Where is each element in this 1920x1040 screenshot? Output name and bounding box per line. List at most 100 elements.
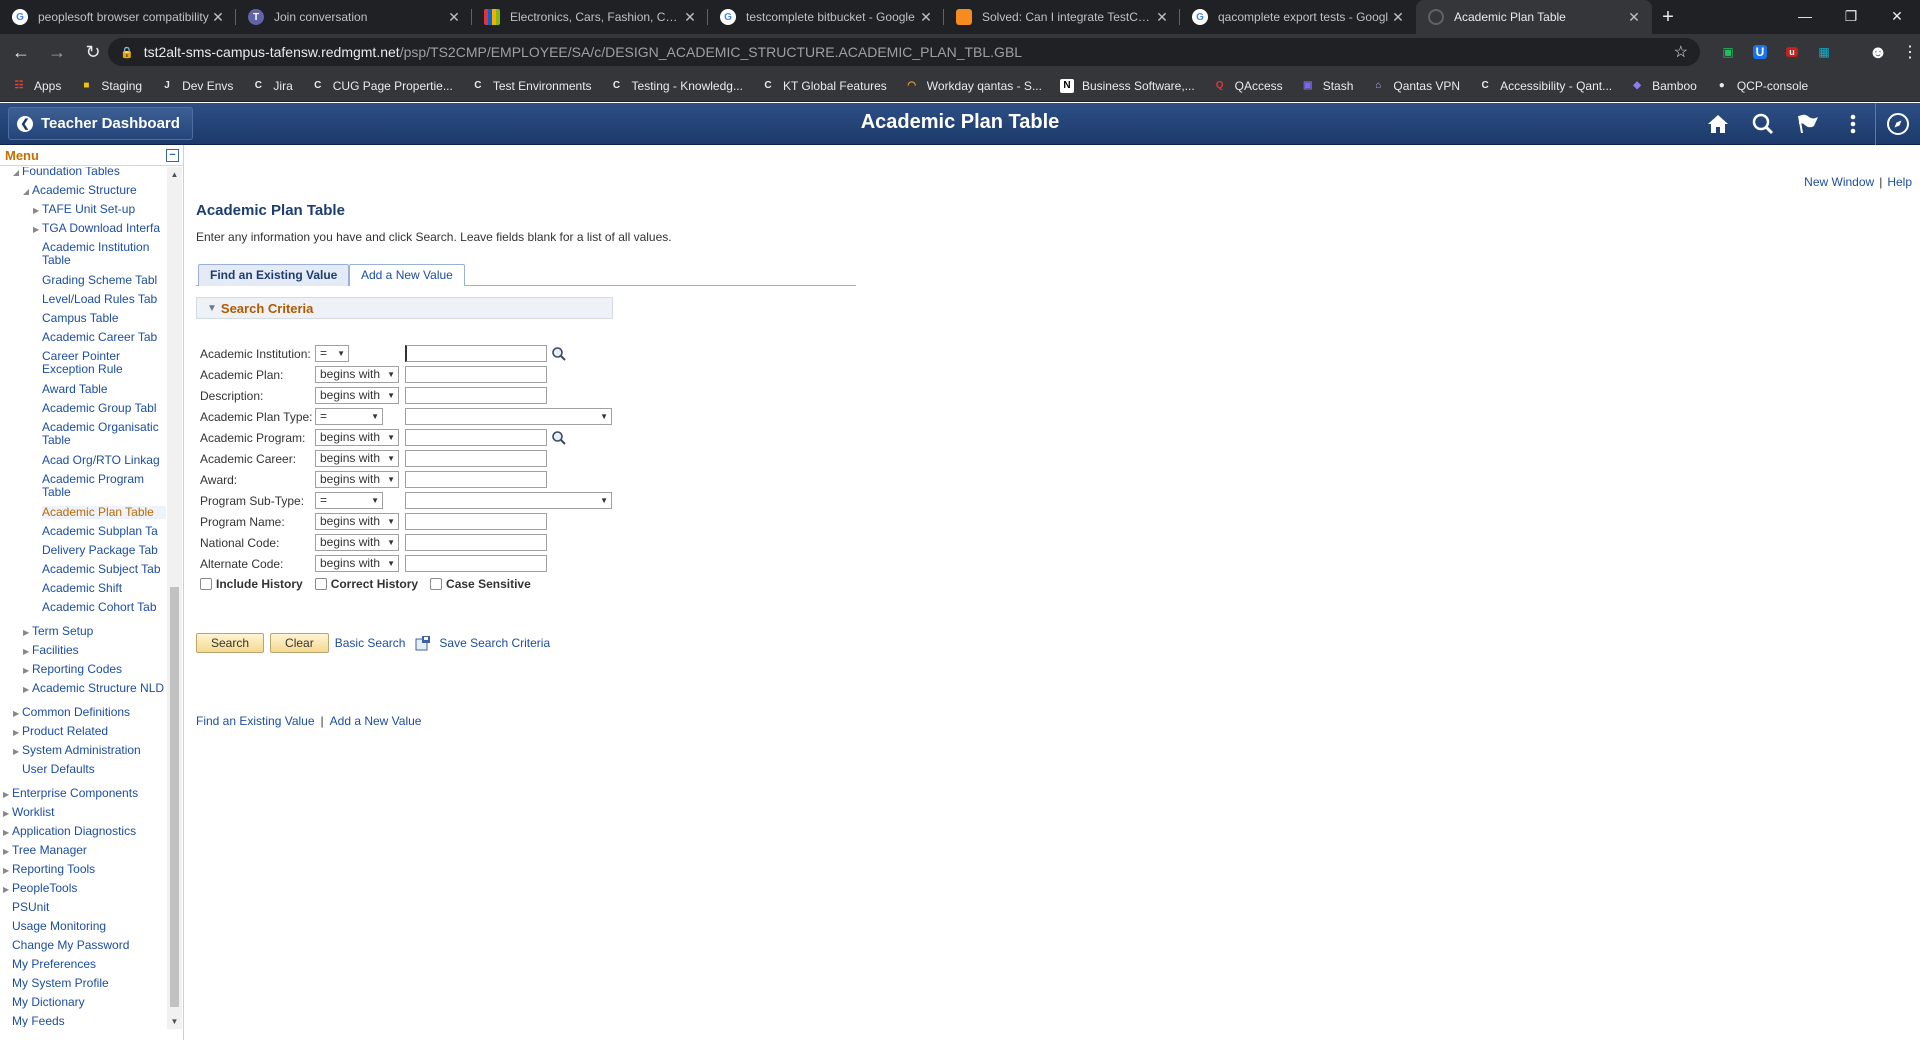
menu-item[interactable]: Academic Organisatic Table [42,421,166,447]
bookmark-item[interactable]: C KT Global Features [761,79,886,93]
menu-item-current[interactable]: Academic Plan Table [42,506,166,519]
more-menu-icon[interactable]: ⋮ [1896,38,1920,66]
scroll-thumb[interactable] [170,587,179,1007]
include-history-box[interactable] [200,578,212,590]
case-sensitive-checkbox[interactable]: Case Sensitive [430,577,531,591]
menu-item[interactable]: System Administration [22,744,166,757]
menu-item[interactable]: Acad Org/RTO Linkag [42,454,166,467]
tab-close-icon[interactable]: ✕ [1154,9,1170,26]
browser-tab[interactable]: T Join conversation ✕ [236,0,472,34]
bookmark-item[interactable]: J Dev Envs [160,79,233,93]
browser-tab[interactable]: Electronics, Cars, Fashion, Collect ✕ [472,0,708,34]
collapsed-triangle-icon[interactable]: ▶ [23,664,29,677]
menu-item[interactable]: PSUnit [12,901,166,914]
menu-item[interactable]: My System Profile [12,977,166,990]
correct-history-checkbox[interactable]: Correct History [314,577,418,591]
bookmark-item[interactable]: C Test Environments [471,79,591,93]
navbar-compass-icon[interactable] [1875,103,1920,145]
new-tab-button[interactable]: + [1652,0,1684,34]
menu-item[interactable]: My Preferences [12,958,166,971]
scroll-down-icon[interactable]: ▼ [167,1014,182,1029]
value-input[interactable] [405,513,547,530]
bookmark-item[interactable]: C Accessibility - Qant... [1478,79,1612,93]
forward-arrow-icon[interactable]: → [42,37,72,67]
bookmark-item[interactable]: ◆ Bamboo [1630,79,1697,93]
bookmark-item[interactable]: C CUG Page Propertie... [311,79,453,93]
save-search-icon[interactable] [415,635,431,651]
bottom-find-existing-link[interactable]: Find an Existing Value [196,714,315,728]
value-input[interactable] [405,429,547,446]
menu-item[interactable]: Facilities [32,644,166,657]
browser-tab[interactable]: Gpeoplesoft browser compatibility ✕ [0,0,236,34]
profile-icon[interactable]: ☻ [1864,38,1892,66]
menu-item[interactable]: Worklist [12,806,166,819]
menu-item[interactable]: Academic Cohort Tab [42,601,166,614]
operator-select[interactable]: = ▼ [315,345,349,362]
operator-select[interactable]: = ▼ [315,492,383,509]
menu-item[interactable]: Campus Table [42,312,166,325]
menu-item[interactable]: Level/Load Rules Tab [42,293,166,306]
search-button[interactable]: Search [196,633,265,653]
collapsed-triangle-icon[interactable]: ▶ [23,683,29,696]
menu-item[interactable]: Usage Monitoring [12,920,166,933]
extension-red-icon[interactable]: u [1778,38,1806,66]
tab-close-icon[interactable]: ✕ [1626,9,1642,26]
menu-item[interactable]: Change My Password [12,939,166,952]
menu-item[interactable]: PeopleTools [12,882,166,895]
case-sensitive-box[interactable] [430,578,443,590]
menu-item[interactable]: Foundation Tables [22,167,166,178]
value-input[interactable] [405,471,547,488]
collapsed-triangle-icon[interactable]: ▶ [13,707,19,720]
value-select[interactable]: ▼ [405,408,612,425]
browser-tab[interactable]: Gtestcomplete bitbucket - Google ✕ [708,0,944,34]
collapsed-triangle-icon[interactable]: ▶ [3,826,9,839]
restore-icon[interactable]: ❐ [1828,0,1874,32]
tab-add-new[interactable]: Add a New Value [349,264,465,286]
menu-item[interactable]: Product Related [22,725,166,738]
tab-close-icon[interactable]: ✕ [210,9,226,26]
collapsed-triangle-icon[interactable]: ▶ [23,645,29,658]
menu-item[interactable]: Delivery Package Tab [42,544,166,557]
menu-item[interactable]: Academic Institution Table [42,241,166,267]
close-window-icon[interactable]: ✕ [1874,0,1920,32]
bookmark-item[interactable]: ● QCP-console [1715,79,1808,93]
collapsed-triangle-icon[interactable]: ▶ [3,864,9,877]
menu-item[interactable]: TGA Download Interfa [42,222,166,235]
search-icon[interactable] [1740,103,1785,145]
lookup-magnifier-icon[interactable] [551,430,567,446]
operator-select[interactable]: begins with ▼ [315,429,399,446]
collapsed-triangle-icon[interactable]: ▶ [3,788,9,801]
browser-tab[interactable]: Gqacomplete export tests - Googl ✕ [1180,0,1416,34]
bookmark-item[interactable]: Q QAccess [1213,79,1283,93]
actions-menu-icon[interactable] [1830,103,1875,145]
extension-green-icon[interactable]: ▣ [1714,38,1742,66]
menu-item[interactable]: Enterprise Components [12,787,166,800]
operator-select[interactable]: begins with ▼ [315,366,399,383]
lookup-magnifier-icon[interactable] [551,346,567,362]
bookmark-item[interactable]: C Jira [251,79,293,93]
menu-item[interactable]: Common Definitions [22,706,166,719]
value-input[interactable] [405,450,547,467]
tab-close-icon[interactable]: ✕ [446,9,462,26]
menu-item[interactable]: Term Setup [32,625,166,638]
menu-item[interactable]: Academic Structure [32,184,166,197]
tab-find-existing[interactable]: Find an Existing Value [198,264,350,286]
expanded-triangle-icon[interactable]: ◢ [13,167,19,179]
bookmark-item[interactable]: ⌂ Qantas VPN [1371,79,1460,93]
menu-item[interactable]: My Feeds [12,1015,166,1027]
bookmark-item[interactable]: ▣ Stash [1301,79,1353,93]
bookmark-item[interactable]: ■ Staging [79,79,142,93]
collapsed-triangle-icon[interactable]: ▶ [33,204,39,217]
back-arrow-icon[interactable]: ← [6,37,36,67]
menu-item[interactable]: Academic Subplan Ta [42,525,166,538]
menu-item[interactable]: User Defaults [22,763,166,776]
menu-item[interactable]: Award Table [42,383,166,396]
menu-item[interactable]: Application Diagnostics [12,825,166,838]
bookmark-item[interactable]: ☷ Apps [12,79,62,93]
collapsed-triangle-icon[interactable]: ▶ [3,845,9,858]
notifications-flag-icon[interactable] [1785,103,1830,145]
menu-item[interactable]: Academic Group Tabl [42,402,166,415]
collapsed-triangle-icon[interactable]: ▶ [13,745,19,758]
extension-blue-u-icon[interactable]: U [1746,38,1774,66]
collapsed-triangle-icon[interactable]: ▶ [33,223,39,236]
